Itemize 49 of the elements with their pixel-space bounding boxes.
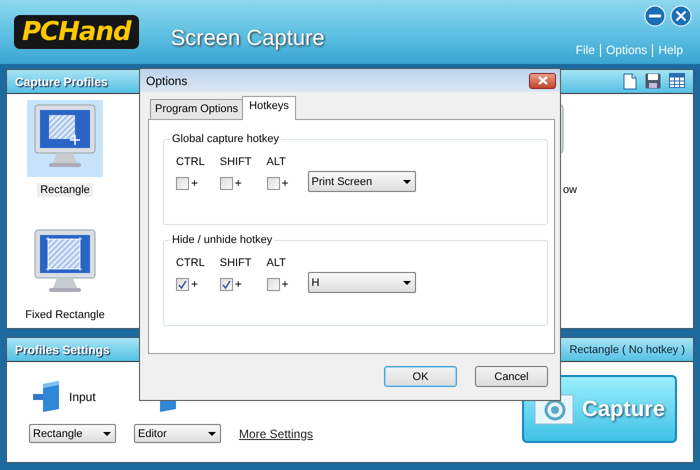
checkbox[interactable] [176,278,189,290]
check-icon [178,280,187,288]
key-dropdown[interactable]: Print Screen [308,171,416,192]
tab[interactable]: Program Options [150,99,244,119]
checkbox[interactable] [220,176,233,190]
panel-title: Capture Profiles [15,74,108,88]
grid-icon[interactable] [669,73,685,88]
dialog-button[interactable]: OK [384,366,457,387]
current-profile: Rectangle ( No hotkey ) [569,344,685,356]
profile-label: Fixed Rectangle [24,308,106,322]
dropdown[interactable]: Rectangle [29,424,116,443]
plus-sign: + [234,176,242,190]
modifier-label: CTRL [176,257,205,269]
checkbox[interactable] [266,176,280,190]
profile-label: Rectangle [37,183,93,197]
modifier-label: ALT [266,156,287,168]
dialog-title: Options [146,74,188,88]
plus-sign: + [191,277,198,291]
modifier-label: ALT [266,257,287,269]
input-label: Input [69,390,96,404]
modifier-label: CTRL [176,156,205,168]
tab[interactable]: Hotkeys [242,96,296,120]
key-dropdown[interactable]: H [308,272,416,293]
new-page-icon[interactable] [623,73,637,90]
profile-label: ow [562,183,578,197]
modifier-label: SHIFT [220,156,252,168]
save-icon[interactable] [645,73,661,89]
checkbox[interactable] [266,278,280,290]
group-title: Hide / unhide hotkey [170,234,274,246]
modifier-label: SHIFT [220,257,252,269]
panel-title: Profiles Settings [15,342,110,356]
check-icon [222,280,231,288]
group-title: Global capture hotkey [170,133,282,145]
minimize-icon[interactable] [644,5,666,27]
dialog-button[interactable]: Cancel [475,366,548,387]
dropdown[interactable]: Editor [134,424,221,443]
close-button[interactable] [529,72,556,88]
profile-tile[interactable] [27,100,103,177]
checkbox[interactable] [220,278,233,290]
close-icon [538,76,548,85]
checkbox[interactable] [176,176,189,190]
plus-sign: + [234,277,242,291]
app-logo: PCHand [14,15,139,49]
close-icon[interactable] [670,5,692,27]
window-title: Screen Capture [170,25,325,51]
plus-sign: + [282,277,289,291]
plus-sign: + [191,176,198,190]
plus-sign: + [282,176,289,190]
more-settings-link[interactable]: More Settings [239,426,314,440]
